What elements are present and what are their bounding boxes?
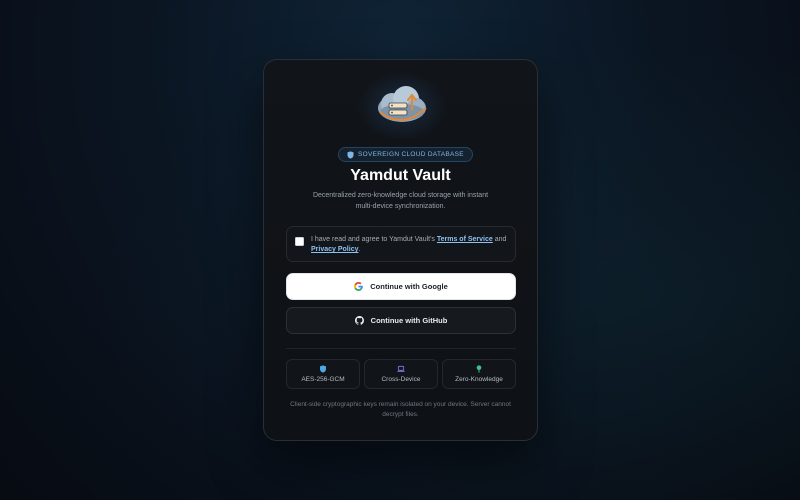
page-title: Yamdut Vault — [350, 167, 451, 184]
page-subtitle: Decentralized zero-knowledge cloud stora… — [312, 192, 489, 210]
github-button-label: Continue with GitHub — [370, 316, 448, 325]
feature-label: AES-256-GCM — [301, 376, 345, 383]
continue-with-github-button[interactable]: Continue with GitHub — [286, 307, 516, 334]
login-card: SOVEREIGN CLOUD DATABASE Yamdut Vault De… — [263, 59, 538, 441]
google-button-label: Continue with Google — [370, 282, 448, 291]
github-icon — [354, 316, 364, 325]
feature-list: AES-256-GCM Cross-Device Zero-Knowledge — [286, 359, 516, 389]
consent-middle: and — [492, 236, 507, 243]
sovereign-badge: SOVEREIGN CLOUD DATABASE — [338, 147, 473, 162]
terms-of-service-link[interactable]: Terms of Service — [437, 236, 493, 243]
laptop-icon — [397, 365, 405, 372]
divider — [286, 348, 516, 349]
privacy-policy-link[interactable]: Privacy Policy — [311, 246, 358, 253]
feature-zero-knowledge: Zero-Knowledge — [442, 359, 516, 389]
feature-label: Zero-Knowledge — [455, 376, 503, 383]
consent-prefix: I have read and agree to Yamdut Vault's — [311, 236, 437, 243]
google-icon — [354, 282, 364, 291]
continue-with-google-button[interactable]: Continue with Google — [286, 273, 516, 300]
cloud-vault-logo-icon — [372, 82, 432, 130]
terms-checkbox[interactable] — [295, 237, 304, 246]
feature-cross-device: Cross-Device — [364, 359, 438, 389]
consent-box: I have read and agree to Yamdut Vault's … — [286, 226, 516, 262]
tree-icon — [476, 365, 482, 373]
shield-icon — [347, 150, 354, 159]
feature-encryption: AES-256-GCM — [286, 359, 360, 389]
shield-icon — [320, 365, 326, 373]
badge-label: SOVEREIGN CLOUD DATABASE — [358, 151, 464, 158]
consent-text: I have read and agree to Yamdut Vault's … — [311, 235, 507, 255]
consent-suffix: . — [358, 246, 361, 253]
feature-label: Cross-Device — [381, 376, 421, 383]
security-footnote: Client-side cryptographic keys remain is… — [290, 401, 511, 418]
